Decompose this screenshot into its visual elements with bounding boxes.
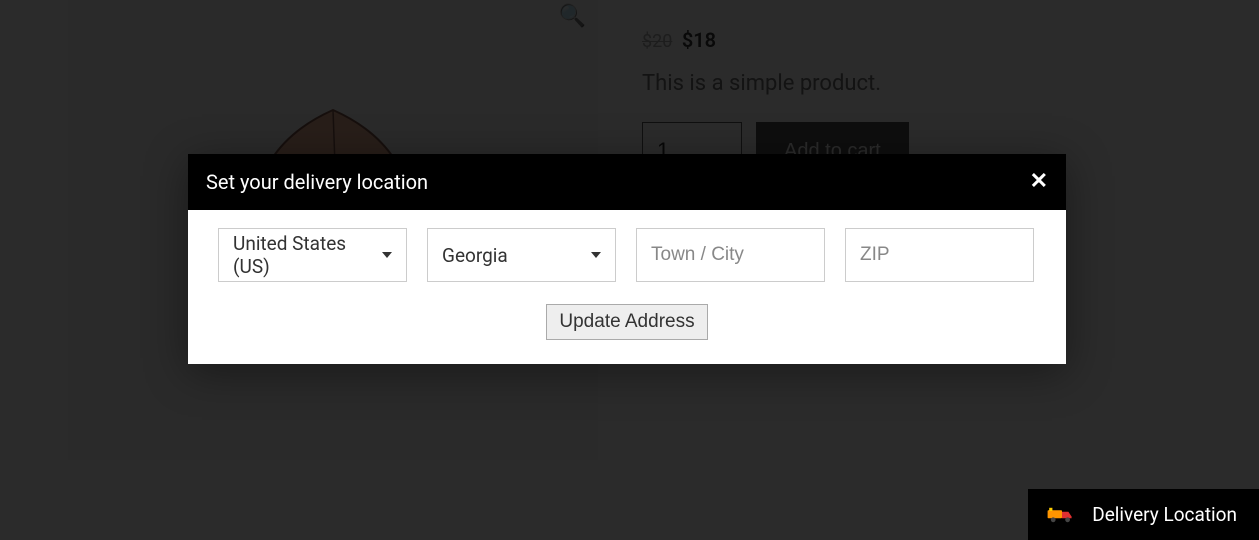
country-select[interactable]: United States (US): [218, 228, 407, 282]
delivery-location-widget[interactable]: Delivery Location: [1028, 489, 1259, 540]
chevron-down-icon: [591, 252, 601, 258]
delivery-location-modal: Set your delivery location ✕ United Stat…: [188, 154, 1066, 364]
city-input[interactable]: [636, 228, 825, 282]
state-select-value: Georgia: [442, 244, 508, 267]
close-icon[interactable]: ✕: [1030, 171, 1048, 193]
chevron-down-icon: [382, 252, 392, 258]
form-row: United States (US) Georgia: [218, 228, 1036, 282]
update-address-button[interactable]: Update Address: [546, 304, 707, 340]
zip-input[interactable]: [845, 228, 1034, 282]
modal-header: Set your delivery location ✕: [188, 154, 1066, 210]
truck-icon: [1046, 505, 1078, 525]
modal-title: Set your delivery location: [206, 170, 428, 194]
country-select-value: United States (US): [233, 232, 382, 278]
state-select[interactable]: Georgia: [427, 228, 616, 282]
modal-body: United States (US) Georgia Update Addres…: [188, 210, 1066, 364]
button-row: Update Address: [218, 304, 1036, 340]
delivery-widget-label: Delivery Location: [1092, 503, 1237, 526]
